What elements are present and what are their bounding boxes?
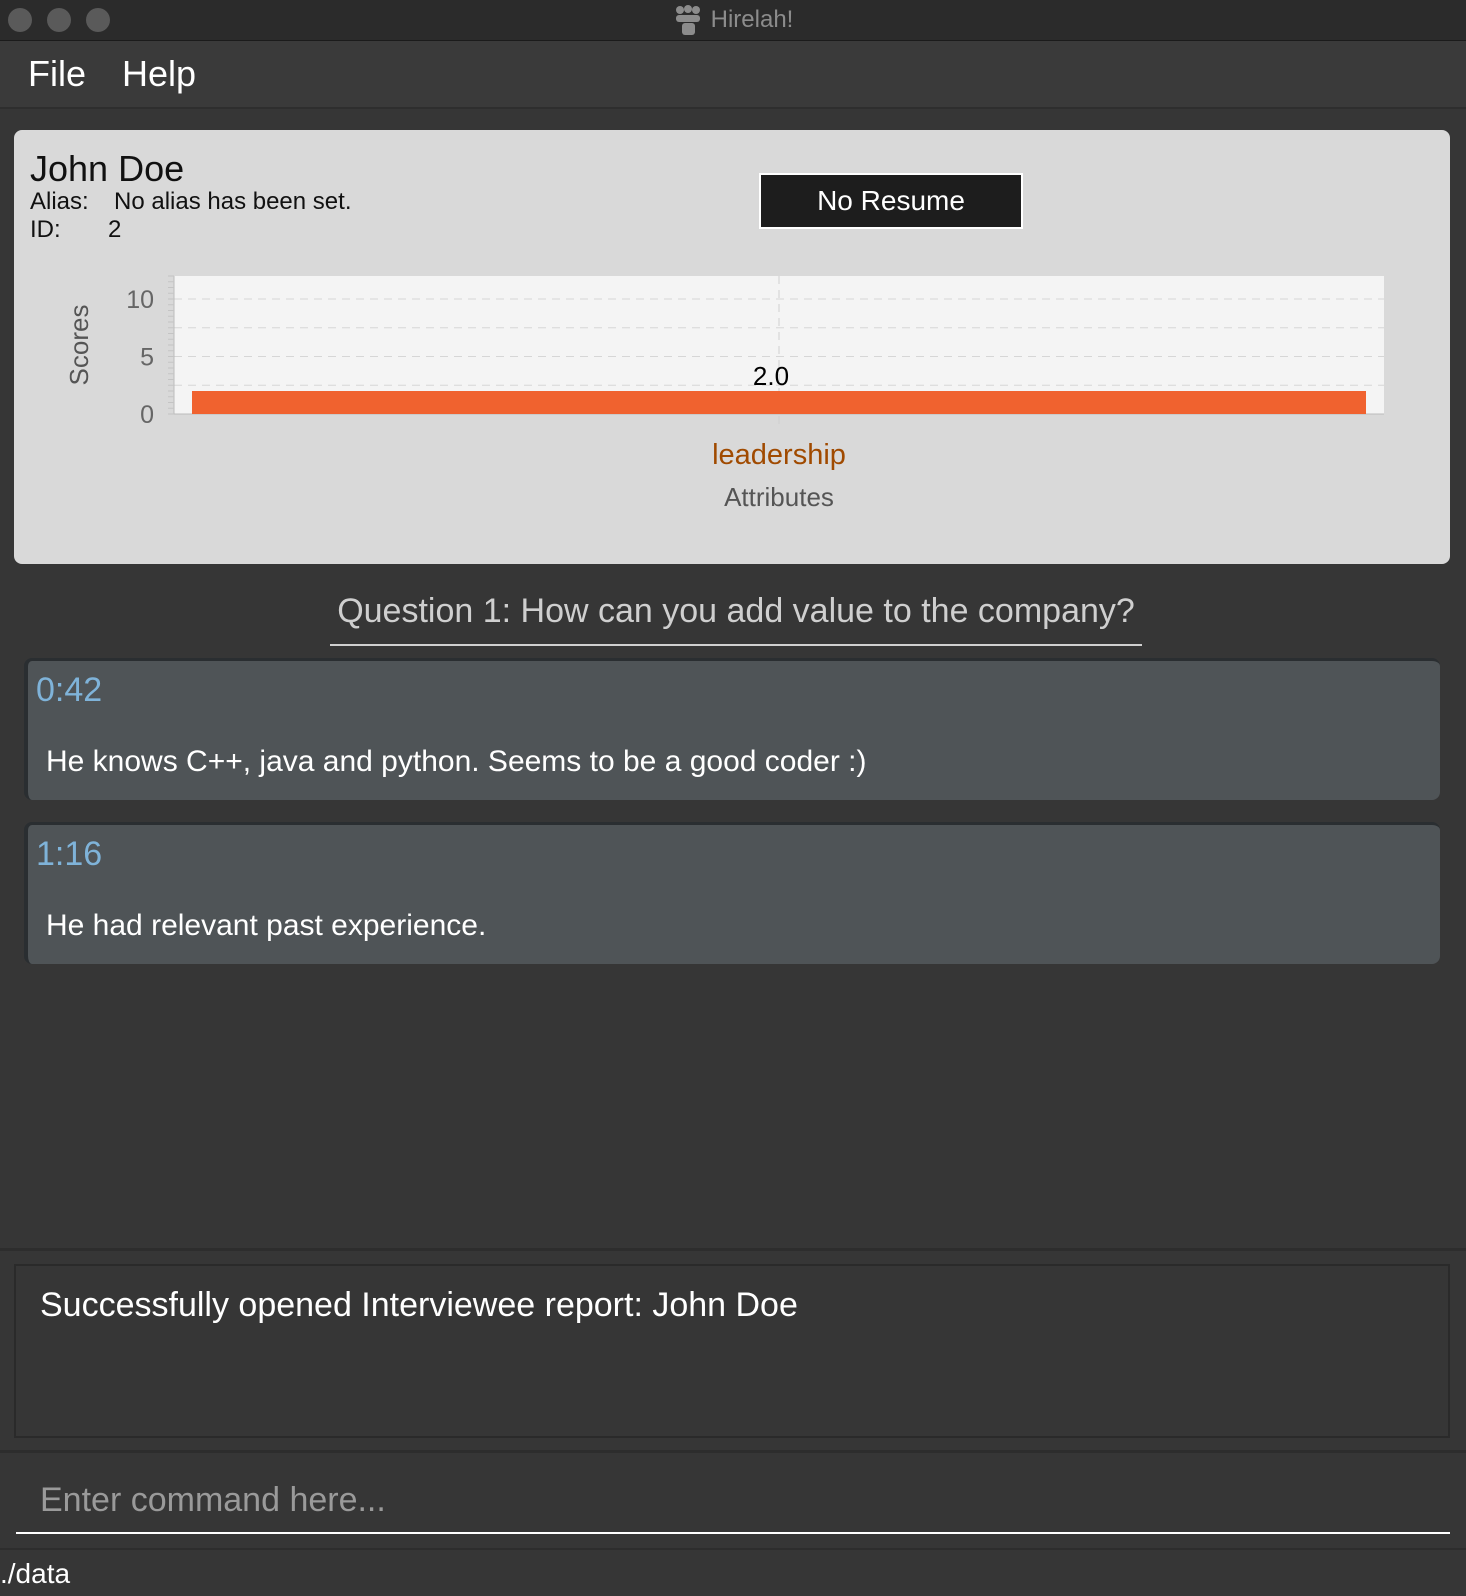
interviewee-report-card: John Doe Alias: No alias has been set. I… (14, 130, 1450, 564)
result-message: Successfully opened Interviewee report: … (40, 1286, 798, 1324)
menu-file[interactable]: File (28, 53, 86, 95)
y-tick-label: 5 (140, 344, 154, 372)
note-timestamp: 0:42 (36, 671, 103, 709)
data-label: 2.0 (753, 361, 789, 391)
title-bar: Hirelah! (0, 0, 1466, 41)
y-tick-label: 0 (140, 401, 154, 429)
y-axis-ticks: 0 5 10 (126, 286, 154, 429)
menu-help[interactable]: Help (122, 53, 196, 95)
separator (0, 1248, 1466, 1251)
bar-leadership (192, 391, 1366, 414)
people-group-icon (675, 5, 700, 35)
x-axis-title: Attributes (724, 482, 834, 512)
status-bar: ./data (0, 1548, 1466, 1596)
category-label: leadership (712, 439, 846, 471)
menu-bar: File Help (0, 41, 1466, 109)
scores-bar-chart: 0 5 10 2.0 leadership Scores Attributes (64, 275, 1384, 512)
note-text: He had relevant past experience. (46, 909, 487, 942)
window-title-wrap: Hirelah! (0, 0, 1466, 40)
data-path: ./data (0, 1558, 71, 1589)
y-axis-minor-ticks (168, 275, 174, 415)
category-labels: leadership (712, 439, 846, 471)
note-timestamp: 1:16 (36, 835, 103, 873)
command-input[interactable] (16, 1468, 1450, 1534)
window-title: Hirelah! (710, 6, 794, 33)
question-title: Question 1: How can you add value to the… (330, 592, 1142, 646)
result-display: Successfully opened Interviewee report: … (14, 1264, 1450, 1438)
note-card[interactable]: 1:16 He had relevant past experience. (24, 822, 1440, 964)
y-tick-label: 10 (126, 286, 154, 314)
note-card[interactable]: 0:42 He knows C++, java and python. Seem… (24, 658, 1440, 800)
y-axis-title: Scores (64, 305, 94, 386)
note-text: He knows C++, java and python. Seems to … (46, 745, 867, 778)
